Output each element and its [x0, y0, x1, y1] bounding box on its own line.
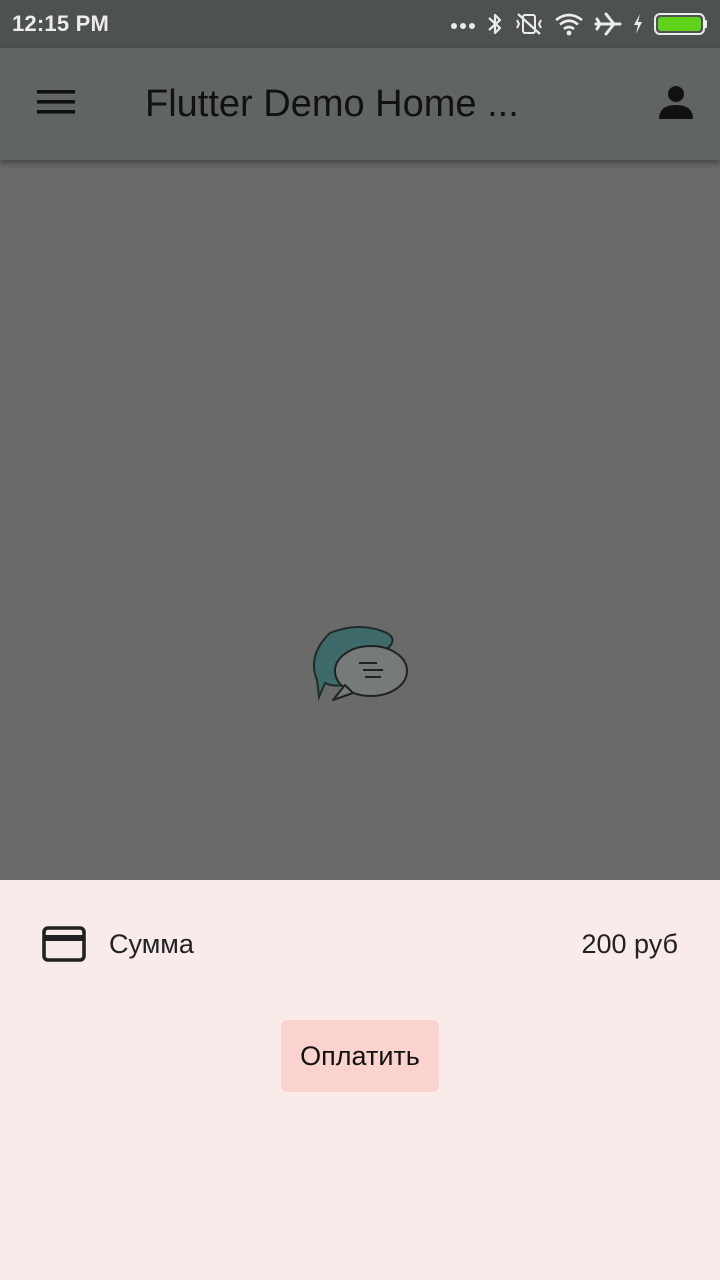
bluetooth-icon — [486, 11, 504, 37]
app-bar: Flutter Demo Home ... — [0, 48, 720, 160]
menu-button[interactable] — [20, 76, 92, 132]
status-bar: 12:15 PM — [0, 0, 720, 48]
sum-row: Сумма 200 руб — [0, 916, 720, 972]
battery-icon — [654, 12, 708, 36]
pay-button[interactable]: Оплатить — [281, 1020, 439, 1092]
more-dots-icon — [450, 18, 476, 30]
app-title: Flutter Demo Home ... — [145, 83, 519, 125]
airplane-icon — [594, 11, 622, 37]
bottom-sheet: Сумма 200 руб Оплатить — [0, 880, 720, 1280]
credit-card-icon — [42, 926, 86, 962]
vibrate-off-icon — [514, 11, 544, 37]
screen: 12:15 PM Flutter Demo Home ... Сумма 200… — [0, 0, 720, 1280]
charging-icon — [632, 13, 644, 35]
chat-bubbles-icon — [305, 625, 415, 710]
status-icons — [450, 11, 708, 37]
account-button[interactable] — [646, 74, 706, 134]
sum-value: 200 руб — [581, 929, 678, 959]
wifi-icon — [554, 12, 584, 36]
account-icon — [658, 84, 694, 125]
menu-icon — [37, 88, 75, 121]
status-time: 12:15 PM — [12, 11, 109, 36]
content-area — [0, 160, 720, 880]
sum-label: Сумма — [109, 929, 194, 959]
